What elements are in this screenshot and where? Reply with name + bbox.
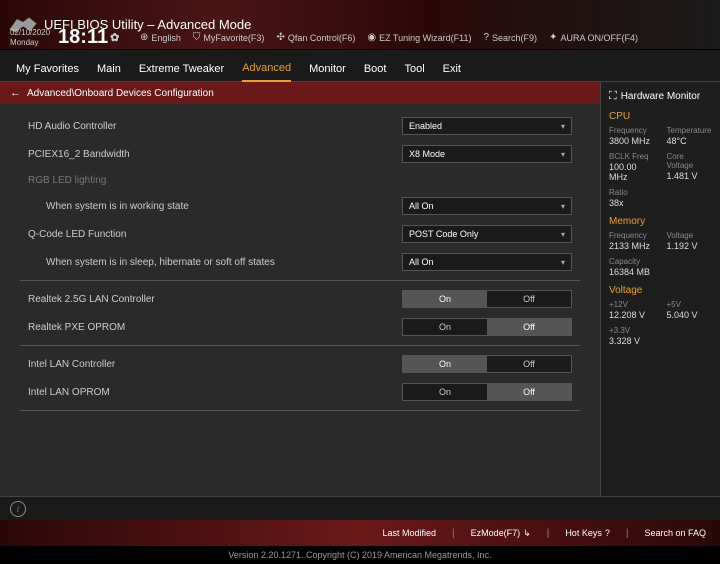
pciex-label: PCIEX16_2 Bandwidth bbox=[28, 149, 402, 160]
rgb-sleep-dropdown[interactable]: All On▾ bbox=[402, 253, 572, 271]
aura-icon: ✦ bbox=[549, 32, 557, 43]
breadcrumb-path: Advanced\Onboard Devices Configuration bbox=[27, 88, 214, 99]
realtek-pxe-label: Realtek PXE OPROM bbox=[28, 322, 402, 333]
divider bbox=[20, 280, 580, 281]
intel-oprom-label: Intel LAN OPROM bbox=[28, 387, 402, 398]
rgb-sleep-label: When system is in sleep, hibernate or so… bbox=[28, 257, 402, 268]
hd-audio-dropdown[interactable]: Enabled▾ bbox=[402, 117, 572, 135]
memory-section: Memory bbox=[609, 216, 712, 227]
realtek25g-label: Realtek 2.5G LAN Controller bbox=[28, 294, 402, 305]
hd-audio-label: HD Audio Controller bbox=[28, 121, 402, 132]
faq-button[interactable]: Search on FAQ bbox=[644, 528, 706, 538]
chevron-down-icon: ▾ bbox=[561, 202, 565, 211]
tab-boot[interactable]: Boot bbox=[364, 57, 387, 81]
tab-extreme-tweaker[interactable]: Extreme Tweaker bbox=[139, 57, 224, 81]
tab-advanced[interactable]: Advanced bbox=[242, 56, 291, 82]
tab-tool[interactable]: Tool bbox=[404, 57, 424, 81]
ezmode-button[interactable]: EzMode(F7)↳ bbox=[471, 528, 531, 539]
monitor-icon: ⛶ bbox=[609, 90, 617, 103]
copyright: Version 2.20.1271. Copyright (C) 2019 Am… bbox=[0, 546, 720, 564]
main-tabs: My Favorites Main Extreme Tweaker Advanced M… bbox=[0, 56, 720, 82]
tab-my-favorites[interactable]: My Favorites bbox=[16, 57, 79, 81]
fan-icon: ✣ bbox=[276, 32, 284, 43]
cpu-section: CPU bbox=[609, 111, 712, 122]
intel-lan-label: Intel LAN Controller bbox=[28, 359, 402, 370]
exit-icon: ↳ bbox=[523, 528, 531, 539]
language-selector[interactable]: ⊕English bbox=[140, 32, 181, 43]
qfan-button[interactable]: ✣Qfan Control(F6) bbox=[276, 32, 355, 43]
divider bbox=[20, 410, 580, 411]
qcode-label: Q-Code LED Function bbox=[28, 229, 402, 240]
tab-exit[interactable]: Exit bbox=[443, 57, 461, 81]
chevron-down-icon: ▾ bbox=[561, 122, 565, 131]
qcode-dropdown[interactable]: POST Code Only▾ bbox=[402, 225, 572, 243]
chevron-down-icon: ▾ bbox=[561, 150, 565, 159]
realtek25g-toggle[interactable]: OnOff bbox=[402, 290, 572, 308]
intel-oprom-toggle[interactable]: OnOff bbox=[402, 383, 572, 401]
wizard-icon: ◉ bbox=[367, 32, 376, 43]
rgb-working-label: When system is in working state bbox=[28, 201, 402, 212]
hotkeys-button[interactable]: Hot Keys ? bbox=[565, 528, 610, 538]
divider bbox=[20, 345, 580, 346]
info-icon[interactable]: i bbox=[10, 501, 26, 517]
clock: 18:11✿ bbox=[58, 26, 119, 49]
intel-lan-toggle[interactable]: OnOff bbox=[402, 355, 572, 373]
content-panel: ← Advanced\Onboard Devices Configuration… bbox=[0, 82, 600, 496]
eztuning-button[interactable]: ◉EZ Tuning Wizard(F11) bbox=[367, 32, 471, 43]
chevron-down-icon: ▾ bbox=[561, 258, 565, 267]
hardware-monitor-panel: ⛶Hardware Monitor CPU Frequency3800 MHzT… bbox=[600, 82, 720, 496]
rgb-section-header: RGB LED lighting bbox=[28, 175, 572, 186]
aura-button[interactable]: ✦AURA ON/OFF(F4) bbox=[549, 32, 638, 43]
hwmon-title: ⛶Hardware Monitor bbox=[609, 90, 712, 103]
date-block: 02/10/2020 Monday bbox=[10, 28, 50, 47]
back-arrow-icon[interactable]: ← bbox=[10, 87, 21, 99]
info-bar: i bbox=[0, 496, 720, 520]
last-modified-button[interactable]: Last Modified bbox=[383, 528, 437, 538]
rgb-working-dropdown[interactable]: All On▾ bbox=[402, 197, 572, 215]
search-button[interactable]: ?Search(F9) bbox=[483, 32, 537, 43]
tab-main[interactable]: Main bbox=[97, 57, 121, 81]
star-icon: ⛉ bbox=[193, 32, 201, 43]
voltage-section: Voltage bbox=[609, 285, 712, 296]
breadcrumb: ← Advanced\Onboard Devices Configuration bbox=[0, 82, 600, 104]
realtek-pxe-toggle[interactable]: OnOff bbox=[402, 318, 572, 336]
help-icon: ? bbox=[605, 528, 610, 538]
myfavorite-button[interactable]: ⛉MyFavorite(F3) bbox=[193, 32, 265, 43]
chevron-down-icon: ▾ bbox=[561, 230, 565, 239]
pciex-dropdown[interactable]: X8 Mode▾ bbox=[402, 145, 572, 163]
settings-gear-icon[interactable]: ✿ bbox=[110, 31, 119, 44]
search-icon: ? bbox=[483, 32, 489, 43]
globe-icon: ⊕ bbox=[140, 32, 148, 43]
tab-monitor[interactable]: Monitor bbox=[309, 57, 346, 81]
footer-bar: Last Modified| EzMode(F7)↳| Hot Keys ?| … bbox=[0, 520, 720, 546]
